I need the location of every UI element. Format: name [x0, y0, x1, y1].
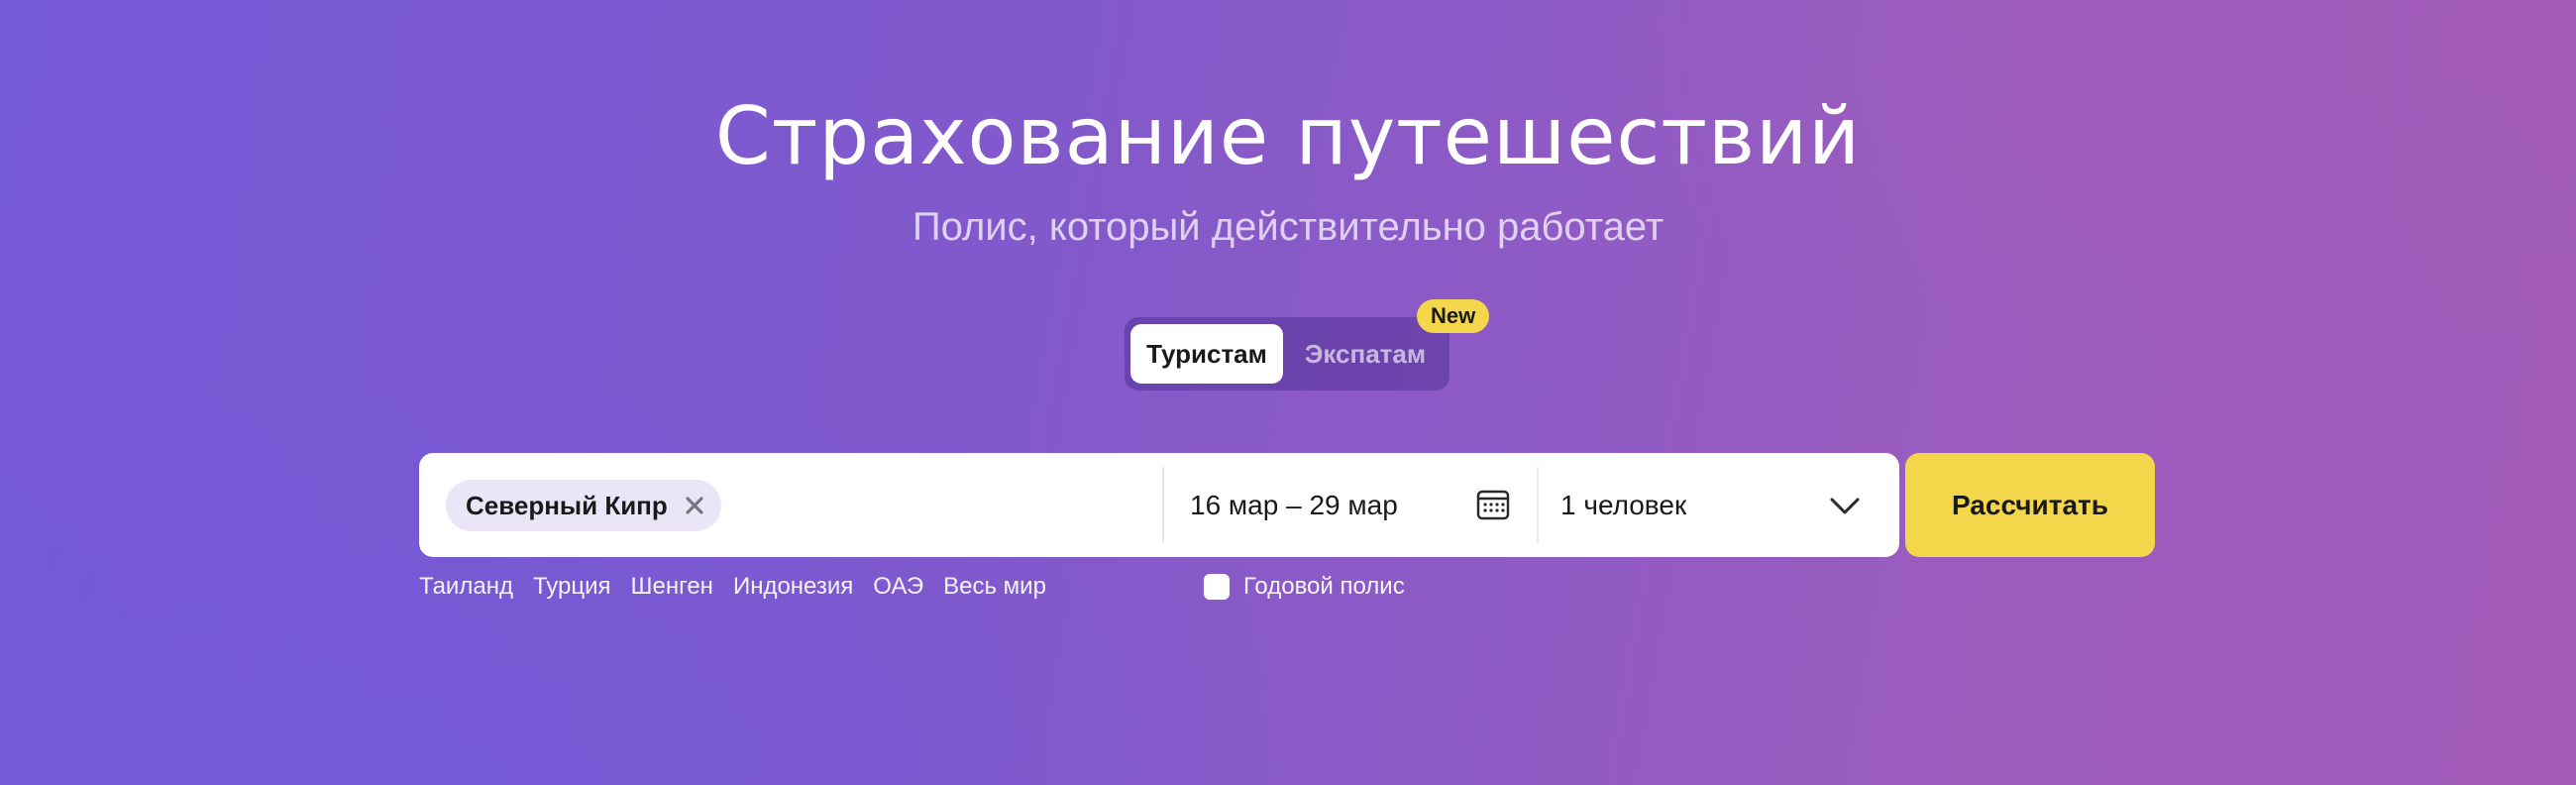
new-badge: New [1417, 299, 1490, 333]
quick-link-schengen[interactable]: Шенген [631, 571, 713, 603]
audience-tabs: Туристам Экспатам [1125, 317, 1449, 391]
annual-policy-checkbox[interactable] [1204, 574, 1230, 600]
destination-chip-label: Северный Кипр [466, 490, 668, 520]
quick-link-indonesia[interactable]: Индонезия [733, 571, 853, 603]
close-icon[interactable] [682, 493, 707, 518]
destination-chip: Северный Кипр [446, 480, 721, 531]
tab-expats[interactable]: Экспатам [1287, 324, 1444, 384]
annual-policy-label: Годовой полис [1243, 573, 1405, 600]
page-title: Страхование путешествий [714, 90, 1862, 182]
quick-link-thailand[interactable]: Таиланд [419, 571, 513, 603]
chevron-down-icon[interactable] [1829, 491, 1861, 520]
quick-link-whole-world[interactable]: Весь мир [943, 571, 1046, 603]
divider [1162, 467, 1164, 543]
search-panel: Северный Кипр 16 мар – 29 мар 1 человек [419, 453, 1899, 557]
dates-field[interactable]: 16 мар – 29 мар [1190, 453, 1398, 557]
page-subtitle: Полис, который действительно работает [912, 205, 1664, 249]
quick-link-uae[interactable]: ОАЭ [873, 571, 923, 603]
annual-policy-option[interactable]: Годовой полис [1204, 571, 1405, 603]
persons-select[interactable]: 1 человек [1537, 453, 1686, 557]
quick-link-turkey[interactable]: Турция [533, 571, 611, 603]
tab-tourists[interactable]: Туристам [1130, 324, 1283, 384]
calendar-icon[interactable] [1476, 488, 1510, 521]
calculate-button[interactable]: Рассчитать [1905, 453, 2155, 557]
quick-destinations: Таиланд Турция Шенген Индонезия ОАЭ Весь… [419, 571, 1046, 603]
